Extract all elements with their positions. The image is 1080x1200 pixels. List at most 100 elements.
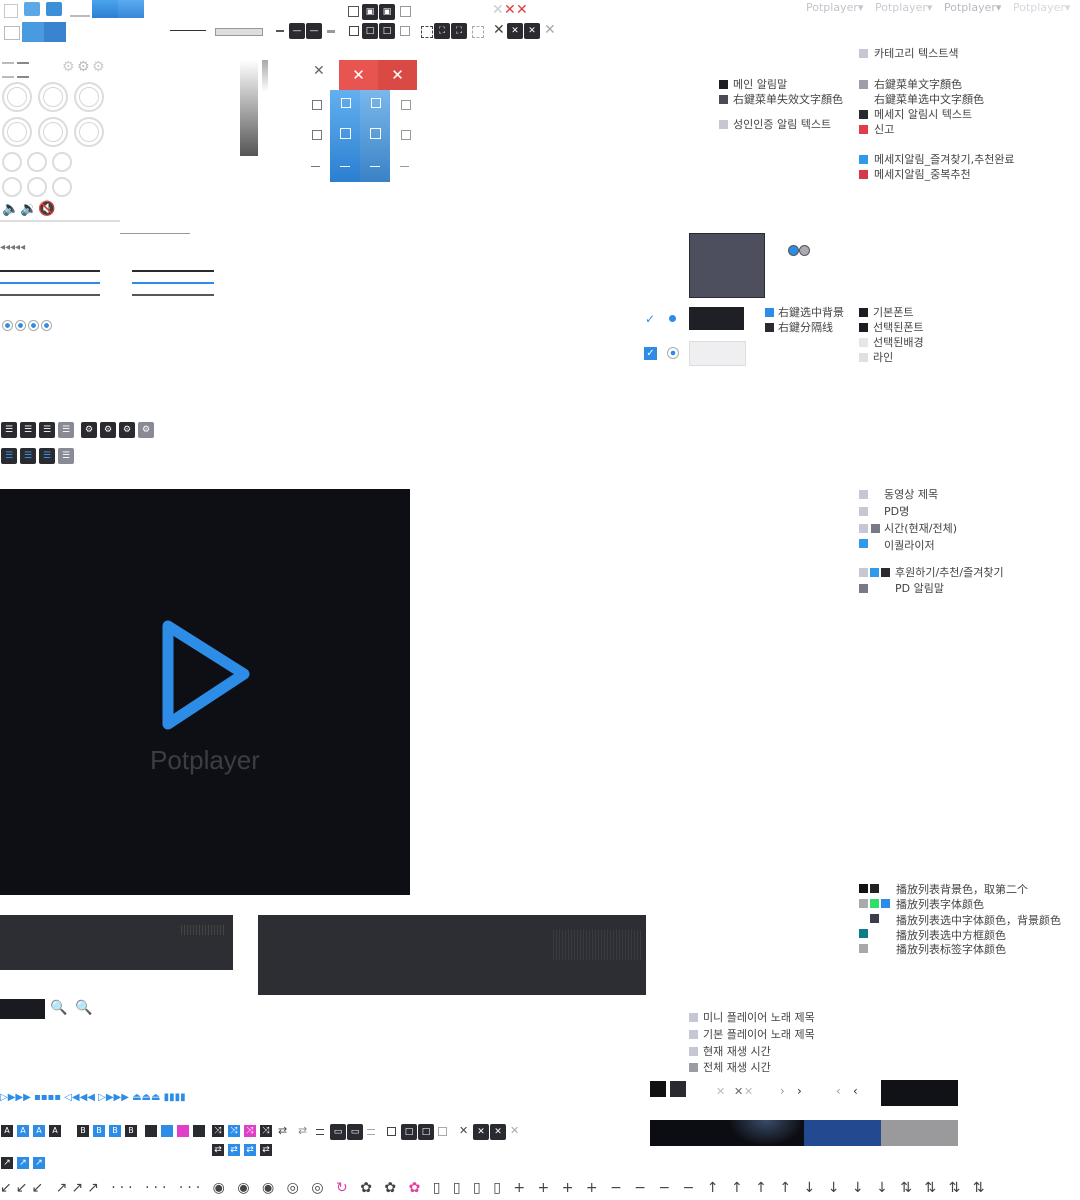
- maximize-button[interactable]: □: [418, 1124, 434, 1140]
- list-button[interactable]: ☰: [58, 448, 74, 464]
- play-icon[interactable]: [156, 614, 256, 738]
- settings-icon[interactable]: ⚙: [92, 60, 105, 74]
- image-icon[interactable]: [4, 26, 20, 40]
- list-button[interactable]: ☰: [58, 422, 74, 438]
- repeat-icon[interactable]: ⇄: [298, 1124, 307, 1138]
- letter-button[interactable]: B: [109, 1125, 121, 1137]
- close-icon[interactable]: ✕: [716, 1085, 725, 1099]
- maximize-icon[interactable]: [340, 128, 351, 139]
- close-button[interactable]: ✕: [473, 1124, 489, 1140]
- fullscreen-icon[interactable]: [472, 26, 484, 38]
- close-button[interactable]: ✕: [507, 23, 523, 39]
- list-button[interactable]: ☰: [1, 448, 17, 464]
- close-icon[interactable]: ✕: [516, 3, 528, 17]
- close-icon[interactable]: ✕: [544, 23, 556, 37]
- radio-dot[interactable]: [788, 245, 799, 256]
- fullscreen-icon[interactable]: [421, 26, 433, 38]
- radio-button[interactable]: [41, 320, 52, 331]
- expand-button[interactable]: ↗: [17, 1157, 29, 1169]
- minimize-button[interactable]: ▭: [330, 1124, 346, 1140]
- letter-button[interactable]: B: [77, 1125, 89, 1137]
- play-button[interactable]: [2, 82, 32, 112]
- checkbox-icon[interactable]: [4, 4, 18, 18]
- settings-button[interactable]: ⚙: [100, 422, 116, 438]
- restore-icon[interactable]: [348, 6, 359, 17]
- expand-button[interactable]: ↗: [33, 1157, 45, 1169]
- maximize-icon[interactable]: [349, 26, 359, 36]
- search-icon[interactable]: 🔍: [75, 1001, 92, 1015]
- settings-button[interactable]: ⚙: [138, 422, 154, 438]
- minimize-icon[interactable]: [400, 166, 409, 167]
- repeat-button[interactable]: ⇄: [244, 1144, 256, 1156]
- settings-button[interactable]: ⚙: [119, 422, 135, 438]
- maximize-button[interactable]: □: [379, 23, 395, 39]
- play-button[interactable]: [38, 82, 68, 112]
- restore-icon[interactable]: [401, 100, 411, 110]
- close-icon[interactable]: ✕: [744, 1085, 753, 1099]
- restore-icon[interactable]: [341, 98, 351, 108]
- repeat-button[interactable]: ⇄: [228, 1144, 240, 1156]
- close-icon[interactable]: ✕: [492, 3, 504, 17]
- play-button[interactable]: [74, 82, 104, 112]
- restore-button[interactable]: ▣: [362, 4, 378, 20]
- size-toggle[interactable]: [215, 28, 263, 36]
- settings-icon[interactable]: ⚙: [62, 60, 75, 74]
- maximize-icon[interactable]: [370, 128, 381, 139]
- prev-button[interactable]: [27, 177, 47, 197]
- close-button[interactable]: ✕: [339, 60, 378, 90]
- letter-button[interactable]: A: [33, 1125, 45, 1137]
- next-button[interactable]: [2, 152, 22, 172]
- close-icon[interactable]: ✕: [493, 23, 505, 37]
- letter-button[interactable]: B: [93, 1125, 105, 1137]
- brand-menu[interactable]: Potplayer▾: [1013, 1, 1070, 14]
- radio-button[interactable]: [28, 320, 39, 331]
- checkbox-checked[interactable]: ✓: [644, 347, 657, 360]
- seek-slider-track[interactable]: [120, 233, 190, 234]
- repeat-button[interactable]: ⇄: [212, 1144, 224, 1156]
- fullscreen-button[interactable]: ⛶: [434, 23, 450, 39]
- mute-icon[interactable]: 🔇: [38, 202, 55, 216]
- minimize-icon[interactable]: [311, 166, 320, 167]
- list-icon[interactable]: [2, 62, 14, 78]
- prev-button[interactable]: [2, 177, 22, 197]
- close-icon[interactable]: ✕: [313, 64, 325, 78]
- image-icon[interactable]: [44, 22, 66, 42]
- chat-button[interactable]: [145, 1125, 157, 1137]
- radio-button[interactable]: [667, 347, 679, 359]
- minimize-button[interactable]: —: [306, 23, 322, 39]
- shuffle-button[interactable]: ⤨: [244, 1125, 256, 1137]
- maximize-button[interactable]: □: [362, 23, 378, 39]
- radio-dot[interactable]: [799, 245, 810, 256]
- list-button[interactable]: ☰: [39, 448, 55, 464]
- video-area[interactable]: Potplayer: [0, 489, 410, 895]
- repeat-icon[interactable]: ⇄: [278, 1124, 287, 1138]
- close-button[interactable]: ✕: [490, 1124, 506, 1140]
- brand-menu[interactable]: Potplayer▾: [944, 1, 1001, 14]
- close-icon[interactable]: ✕: [734, 1085, 743, 1099]
- volume-slider-track[interactable]: [0, 220, 120, 222]
- chat-button[interactable]: [177, 1125, 189, 1137]
- radio-button[interactable]: [2, 320, 13, 331]
- settings-button[interactable]: ⚙: [81, 422, 97, 438]
- image-icon[interactable]: [22, 22, 44, 42]
- maximize-icon[interactable]: [401, 130, 411, 140]
- chevron-left-icon[interactable]: ‹: [853, 1084, 858, 1098]
- pause-button[interactable]: [2, 117, 32, 147]
- pin-icon[interactable]: [92, 0, 118, 18]
- maximize-icon[interactable]: [400, 26, 410, 36]
- letter-button[interactable]: A: [49, 1125, 61, 1137]
- restore-icon[interactable]: [312, 100, 322, 110]
- camera-icon[interactable]: [46, 2, 62, 16]
- maximize-icon[interactable]: [312, 130, 322, 140]
- search-icon[interactable]: 🔍: [50, 1001, 67, 1015]
- shuffle-button[interactable]: ⤨: [212, 1125, 224, 1137]
- restore-icon[interactable]: [400, 6, 411, 17]
- expand-button[interactable]: ↗: [1, 1157, 13, 1169]
- close-button[interactable]: ✕: [378, 60, 417, 90]
- radio-button[interactable]: [15, 320, 26, 331]
- list-button[interactable]: ☰: [1, 422, 17, 438]
- list-icon[interactable]: [17, 62, 29, 78]
- maximize-icon[interactable]: [387, 1127, 396, 1136]
- check-icon[interactable]: ✓: [645, 312, 655, 326]
- chevron-right-icon[interactable]: ›: [780, 1084, 785, 1098]
